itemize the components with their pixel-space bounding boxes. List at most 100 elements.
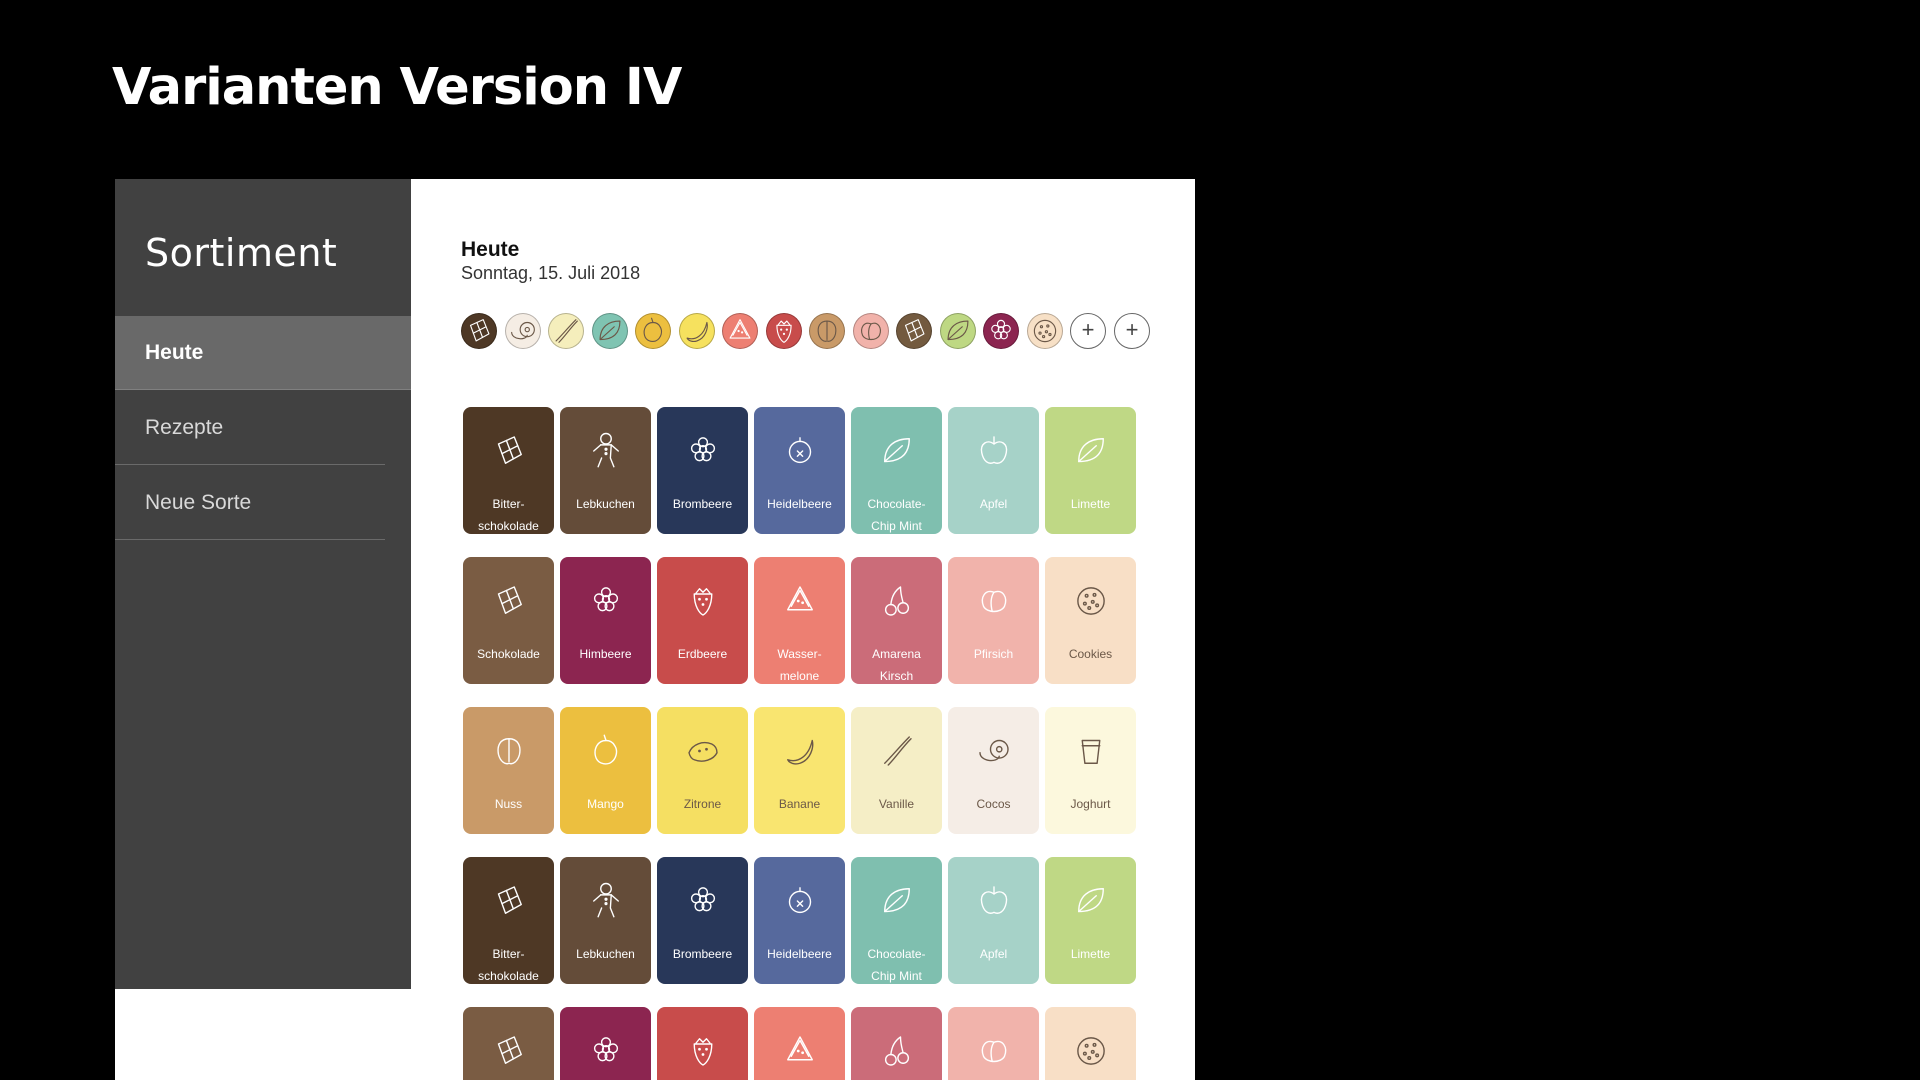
add-flavor-button[interactable]: + bbox=[1114, 313, 1150, 349]
flavor-tile-label: Heidelbeere bbox=[754, 493, 845, 515]
flavor-tile[interactable] bbox=[851, 1007, 942, 1080]
slide-title: Varianten Version IV bbox=[112, 58, 682, 117]
selected-flavor-dot[interactable] bbox=[896, 313, 932, 349]
flavor-tile-label-line: Bitter- bbox=[492, 947, 525, 961]
selected-flavor-dot[interactable] bbox=[548, 313, 584, 349]
flavor-tile-label-line: Limette bbox=[1070, 497, 1111, 511]
selected-flavor-dot[interactable] bbox=[1027, 313, 1063, 349]
leaf-icon bbox=[876, 880, 918, 926]
flavor-tile[interactable]: Bitter-schokolade bbox=[463, 857, 554, 984]
leaf-icon bbox=[876, 430, 918, 476]
flavor-tile[interactable]: Erdbeere bbox=[657, 557, 748, 684]
banana-icon bbox=[779, 730, 821, 776]
chocolate-icon bbox=[488, 880, 530, 926]
flavor-tile[interactable]: Bitter-schokolade bbox=[463, 407, 554, 534]
flavor-tile-label: Banane bbox=[754, 793, 845, 815]
flavor-tile-label-line: Limette bbox=[1070, 947, 1111, 961]
peach-icon bbox=[973, 580, 1015, 626]
cherry-icon bbox=[876, 580, 918, 626]
flavor-tile[interactable]: Chocolate- Chip Mint bbox=[851, 857, 942, 984]
selected-flavor-dot[interactable] bbox=[853, 313, 889, 349]
selected-flavor-dot[interactable] bbox=[983, 313, 1019, 349]
flavor-tile[interactable]: Zitrone bbox=[657, 707, 748, 834]
flavor-tile-label: Pfirsich bbox=[948, 643, 1039, 665]
flavor-tile-label-line: Chip Mint bbox=[871, 519, 922, 533]
peach-icon bbox=[854, 314, 888, 348]
apple-icon bbox=[973, 880, 1015, 926]
flavor-tile-label-line: Cookies bbox=[1068, 647, 1113, 661]
flavor-tile[interactable]: Apfel bbox=[948, 857, 1039, 984]
flavor-tile-label-line: Lebkuchen bbox=[576, 497, 635, 511]
selected-flavor-dot[interactable] bbox=[461, 313, 497, 349]
flavor-tile-label: Lebkuchen bbox=[560, 493, 651, 515]
sidebar-item-heute[interactable]: Heute bbox=[115, 316, 411, 390]
strawberry-icon bbox=[767, 314, 801, 348]
selected-flavor-dot[interactable] bbox=[940, 313, 976, 349]
flavor-tile-label: Wasser-melone bbox=[754, 643, 845, 687]
leaf-icon bbox=[941, 314, 975, 348]
berry-icon bbox=[682, 880, 724, 926]
apple-icon bbox=[973, 430, 1015, 476]
flavor-tile[interactable] bbox=[463, 1007, 554, 1080]
flavor-tile-label: Vanille bbox=[851, 793, 942, 815]
berry-icon bbox=[585, 1030, 627, 1076]
selected-flavor-dot[interactable] bbox=[766, 313, 802, 349]
coconut-icon bbox=[973, 730, 1015, 776]
flavor-tile[interactable]: Himbeere bbox=[560, 557, 651, 684]
flavor-tile-label-line: Pfirsich bbox=[973, 647, 1014, 661]
flavor-tile[interactable]: Lebkuchen bbox=[560, 407, 651, 534]
flavor-tile[interactable]: Banane bbox=[754, 707, 845, 834]
flavor-tile[interactable]: Vanille bbox=[851, 707, 942, 834]
flavor-tile[interactable]: Cookies bbox=[1045, 557, 1136, 684]
selected-flavor-dot[interactable] bbox=[505, 313, 541, 349]
flavor-tile-label-line: Amarena bbox=[872, 647, 921, 661]
flavor-tile[interactable]: Lebkuchen bbox=[560, 857, 651, 984]
flavor-tile[interactable]: Nuss bbox=[463, 707, 554, 834]
flavor-tile-label: Bitter-schokolade bbox=[463, 943, 554, 987]
sidebar-brand: Sortiment bbox=[145, 231, 338, 275]
leaf-icon bbox=[1070, 430, 1112, 476]
flavor-tile[interactable] bbox=[754, 1007, 845, 1080]
flavor-tile[interactable]: Mango bbox=[560, 707, 651, 834]
flavor-tile[interactable] bbox=[657, 1007, 748, 1080]
selected-flavor-dot[interactable] bbox=[592, 313, 628, 349]
flavor-tile[interactable]: Chocolate- Chip Mint bbox=[851, 407, 942, 534]
flavor-tile[interactable]: Heidelbeere bbox=[754, 407, 845, 534]
flavor-tile[interactable]: Heidelbeere bbox=[754, 857, 845, 984]
flavor-tile[interactable]: Wasser-melone bbox=[754, 557, 845, 684]
flavor-tile[interactable]: Brombeere bbox=[657, 857, 748, 984]
lemon-icon bbox=[682, 730, 724, 776]
selected-flavor-dot[interactable] bbox=[722, 313, 758, 349]
chocolate-icon bbox=[488, 430, 530, 476]
flavor-tile[interactable]: Apfel bbox=[948, 407, 1039, 534]
flavor-tile[interactable] bbox=[948, 1007, 1039, 1080]
watermelon-icon bbox=[723, 314, 757, 348]
peach-icon bbox=[973, 1030, 1015, 1076]
flavor-tile-label-line: Brombeere bbox=[672, 497, 733, 511]
flavor-tile[interactable]: Amarena Kirsch bbox=[851, 557, 942, 684]
flavor-tile-label-line: schokolade bbox=[478, 519, 539, 533]
flavor-tile-label-line: Bitter- bbox=[492, 497, 525, 511]
flavor-tile[interactable]: Limette bbox=[1045, 407, 1136, 534]
flavor-tile-label: Nuss bbox=[463, 793, 554, 815]
sidebar-item-rezepte[interactable]: Rezepte bbox=[115, 391, 385, 465]
flavor-tile[interactable]: Pfirsich bbox=[948, 557, 1039, 684]
flavor-tile[interactable]: Schokolade bbox=[463, 557, 554, 684]
flavor-tile[interactable]: Joghurt bbox=[1045, 707, 1136, 834]
selected-flavor-dot[interactable] bbox=[635, 313, 671, 349]
flavor-tile-label-line: Kirsch bbox=[879, 669, 914, 683]
flavor-tile-label-line: Brombeere bbox=[672, 947, 733, 961]
sidebar-item-neue-sorte[interactable]: Neue Sorte bbox=[115, 466, 385, 540]
add-flavor-button[interactable]: + bbox=[1070, 313, 1106, 349]
flavor-tile[interactable]: Limette bbox=[1045, 857, 1136, 984]
selected-flavor-dot[interactable] bbox=[809, 313, 845, 349]
flavor-tile[interactable] bbox=[1045, 1007, 1136, 1080]
selected-flavor-dot[interactable] bbox=[679, 313, 715, 349]
flavor-tile[interactable] bbox=[560, 1007, 651, 1080]
flavor-tile[interactable]: Cocos bbox=[948, 707, 1039, 834]
flavor-tile-label-line: Chocolate- bbox=[867, 497, 926, 511]
flavor-tile-label-line: Chocolate- bbox=[867, 947, 926, 961]
flavor-tile-label: Cookies bbox=[1045, 643, 1136, 665]
flavor-tile[interactable]: Brombeere bbox=[657, 407, 748, 534]
flavor-tile-label: Schokolade bbox=[463, 643, 554, 665]
